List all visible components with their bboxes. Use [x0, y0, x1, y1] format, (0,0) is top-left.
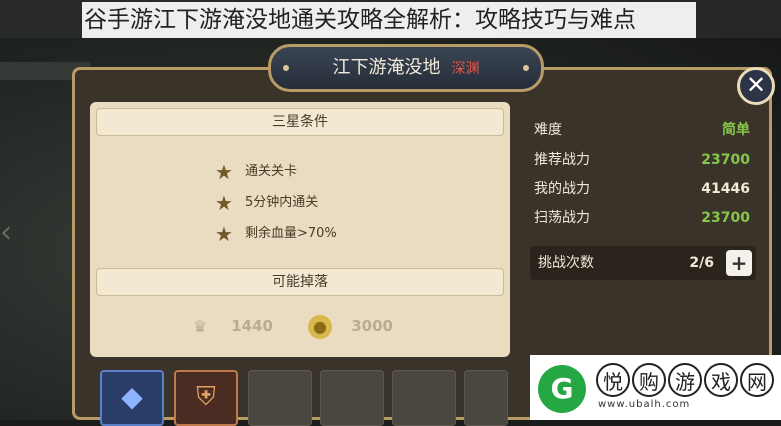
- star-condition-2: ★ 5分钟内通关: [215, 191, 319, 215]
- drop-slot-armor[interactable]: ⛨: [174, 370, 238, 426]
- watermark-char: 游: [668, 363, 702, 397]
- drop-slot-empty-1: [248, 370, 312, 426]
- stage-stats: 难度 简单 推荐战力 23700 我的战力 41446 扫荡战力 23700: [526, 112, 758, 352]
- watermark-char: 网: [740, 363, 774, 397]
- drops-header: 可能掉落: [96, 268, 504, 296]
- star-icon: ★: [215, 191, 233, 215]
- stat-sweep-power: 扫荡战力 23700: [534, 210, 750, 226]
- watermark-char: 购: [632, 363, 666, 397]
- left-arrow-icon[interactable]: ‹: [0, 215, 12, 250]
- watermark-url: www.ubalh.com: [598, 399, 691, 410]
- add-attempts-button[interactable]: +: [726, 250, 752, 276]
- title-ornament-left: [283, 65, 289, 71]
- dialog-title: 江下游淹没地: [332, 57, 441, 78]
- article-title-overlay: 谷手游江下游淹没地通关攻略全解析：攻略技巧与难点: [82, 2, 696, 38]
- site-watermark: G 悦 购 游 戏 网 www.ubalh.com: [530, 355, 781, 420]
- dialog-title-plate: 江下游淹没地 深渊: [268, 44, 544, 92]
- watermark-char: 戏: [704, 363, 738, 397]
- challenge-attempts: 挑战次数 2/6 +: [530, 246, 756, 280]
- drop-slot-empty-2: [320, 370, 384, 426]
- close-button[interactable]: ✕: [737, 67, 775, 105]
- star-condition-3: ★ 剩余血量>70%: [215, 222, 337, 246]
- stat-recommended-power: 推荐战力 23700: [534, 152, 750, 168]
- stat-my-power: 我的战力 41446: [534, 181, 750, 197]
- title-ornament-right: [523, 65, 529, 71]
- watermark-char: 悦: [596, 363, 630, 397]
- cube-item-icon: ◆: [121, 380, 143, 413]
- exp-crown-icon: ♛: [192, 316, 208, 336]
- gold-reward: ● 3000: [308, 312, 393, 340]
- close-icon: ✕: [745, 71, 767, 99]
- drop-slot-empty-3: [392, 370, 456, 426]
- plus-icon: +: [730, 251, 748, 275]
- exp-reward: ♛ 1440: [188, 312, 273, 340]
- drop-slot-blue-cube[interactable]: ◆: [100, 370, 164, 426]
- gold-coin-icon: ●: [308, 314, 332, 339]
- stat-difficulty: 难度 简单: [534, 122, 750, 138]
- star-icon: ★: [215, 222, 233, 246]
- star-icon: ★: [215, 160, 233, 184]
- star-condition-1: ★ 通关关卡: [215, 160, 298, 184]
- drop-slot-empty-4: [464, 370, 508, 426]
- difficulty-tag: 深渊: [451, 61, 480, 77]
- armor-item-icon: ⛨: [196, 382, 216, 412]
- three-star-header: 三星条件: [96, 108, 504, 136]
- watermark-logo-icon: G: [538, 365, 586, 413]
